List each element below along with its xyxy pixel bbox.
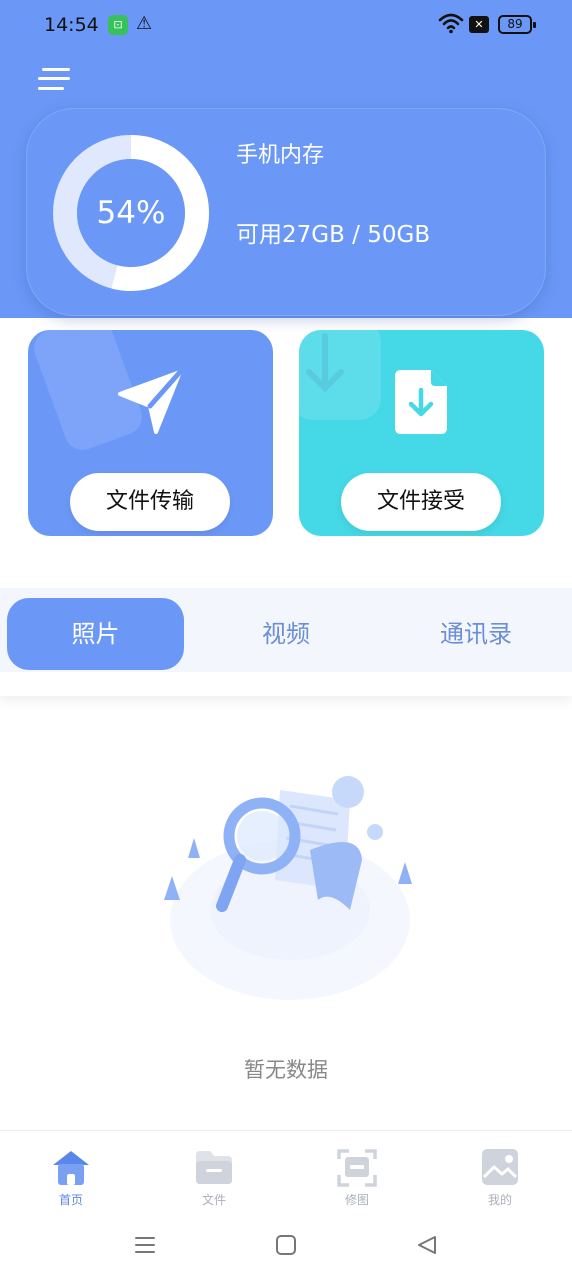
nav-files[interactable]: 文件	[174, 1147, 254, 1208]
status-time: 14:54	[44, 14, 99, 36]
nav-edit-photo-label: 修图	[344, 1193, 369, 1207]
home-icon	[53, 1151, 89, 1185]
tab-contacts[interactable]: 通讯录	[386, 598, 566, 670]
hamburger-menu-icon[interactable]	[38, 66, 72, 94]
paper-plane-icon	[118, 369, 183, 434]
app-screen: 14:54 ⊡ ⚠ ✕ 89 54% 手机内存 可用27GB / 50GB 文件…	[0, 0, 572, 1280]
battery-icon: 89	[498, 15, 536, 34]
nav-home-label: 首页	[58, 1193, 83, 1207]
bottom-navigation: 首页 文件 修图 我的	[0, 1130, 572, 1218]
image-icon	[482, 1149, 518, 1185]
nav-home[interactable]: 首页	[31, 1147, 111, 1208]
warning-icon: ⚠	[136, 13, 153, 34]
storage-card: 54% 手机内存 可用27GB / 50GB	[26, 108, 546, 316]
wifi-icon	[438, 12, 464, 38]
tab-photos[interactable]: 照片	[7, 598, 184, 670]
nav-mine-label: 我的	[487, 1193, 512, 1207]
storage-usage: 可用27GB / 50GB	[236, 222, 431, 248]
storage-title: 手机内存	[236, 143, 325, 168]
file-transfer-card[interactable]: 文件传输	[28, 330, 273, 536]
nav-edit-photo[interactable]: 修图	[317, 1147, 397, 1208]
status-bar: 14:54 ⊡ ⚠ ✕ 89	[0, 0, 572, 52]
category-tabs: 照片 视频 通讯录	[0, 584, 572, 696]
tab-bar: 照片 视频 通讯录	[0, 588, 572, 672]
file-transfer-button[interactable]: 文件传输	[70, 473, 230, 531]
file-receive-button[interactable]: 文件接受	[341, 473, 501, 531]
storage-percent: 54%	[96, 195, 166, 231]
file-download-icon	[395, 370, 447, 434]
empty-state-illustration	[164, 776, 412, 1000]
back-button-icon[interactable]	[416, 1234, 438, 1256]
no-sim-icon: ✕	[469, 16, 489, 33]
scan-edit-icon	[337, 1149, 377, 1187]
empty-state-message: 暂无数据	[244, 1058, 328, 1082]
nav-files-label: 文件	[201, 1193, 226, 1207]
header: 14:54 ⊡ ⚠ ✕ 89 54% 手机内存 可用27GB / 50GB	[0, 0, 572, 318]
system-navigation-bar	[0, 1218, 572, 1280]
home-button-icon[interactable]	[275, 1234, 297, 1256]
tab-videos[interactable]: 视频	[196, 598, 376, 670]
file-receive-card[interactable]: 文件接受	[299, 330, 544, 536]
app-notification-icon: ⊡	[108, 15, 128, 35]
nav-mine[interactable]: 我的	[460, 1147, 540, 1208]
recent-apps-icon[interactable]	[134, 1234, 156, 1256]
battery-level: 89	[507, 17, 523, 31]
folder-icon	[196, 1151, 232, 1184]
download-arrow-deco-icon	[306, 333, 344, 393]
